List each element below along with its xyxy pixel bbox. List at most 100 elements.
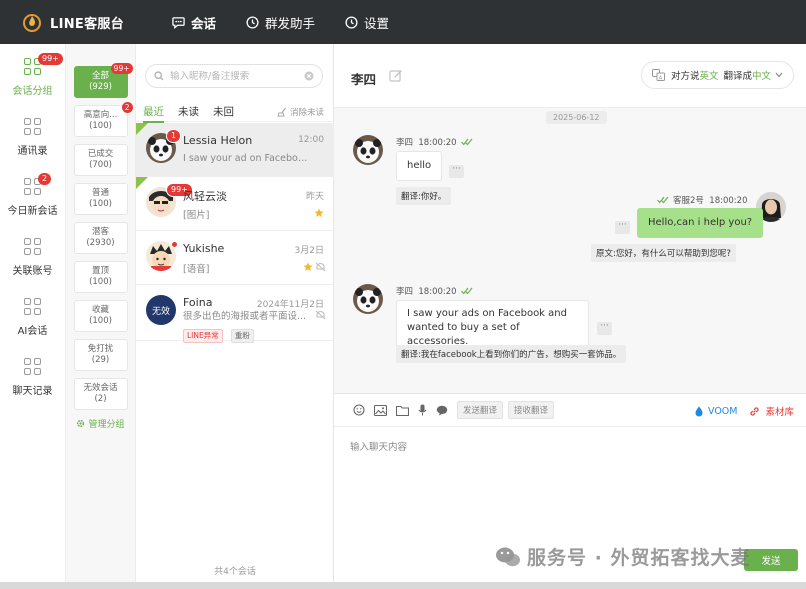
rail-linked-accounts[interactable]: 关联账号 [0,227,65,287]
tag-line-error: LINE异常 [183,329,223,343]
rail-label: 会话分组 [12,85,53,97]
message-sender-time: 李四 18:00:20 [396,138,457,148]
asset-library-button[interactable]: 素材库 [749,404,794,418]
group-closed[interactable]: 已成交 (700) [73,144,128,176]
group-name: 高意向... [83,110,118,120]
group-prospect[interactable]: 潜客 (2930) [73,222,128,254]
group-do-not-disturb[interactable]: 免打扰 (29) [73,339,128,371]
conversation-item[interactable]: 无效 Foina 2024年11月2日 很多出色的海报或者平面设... LINE… [136,285,334,343]
unread-badge: 1 [166,129,182,143]
voom-label: VOOM [708,405,738,417]
nav-settings[interactable]: 设置 [345,13,389,32]
message-more-button[interactable]: ··· [597,322,612,335]
receive-translation-button[interactable]: 接收翻译 [508,401,555,419]
link-icon [750,406,760,416]
quick-reply-button[interactable] [436,405,448,416]
bottom-strip [0,582,806,589]
emoji-button[interactable] [353,404,365,416]
panda-avatar-icon [353,135,383,165]
grid-icon [23,357,42,376]
message-translation: 翻译:你好。 [396,187,452,205]
avatar-text: 无效 [151,306,170,317]
compose-toolbar: 发送翻译 接收翻译 VOOM 素材库 [334,393,806,427]
group-name: 收藏 [91,305,109,315]
nav-broadcast-label: 群发助手 [265,15,316,31]
group-count: (2930) [86,238,115,248]
star-icon[interactable] [303,262,313,272]
tab-unread[interactable]: 未读 [178,102,199,122]
rail-today-new[interactable]: 今日新会话 2 [0,167,65,227]
left-rail: 会话分组 99+ 通讯录 今日新会话 2 关联账号 AI会话 聊天记录 [0,44,66,589]
tab-recent[interactable]: 最近 [143,102,164,123]
manage-groups-button[interactable]: 管理分组 [66,417,135,430]
conversation-list: 最近 未读 未回 消除未读 1 Lessia Helon 12:00 I saw… [136,44,334,589]
conversation-tabs: 最近 未读 未回 消除未读 [136,102,334,123]
message-meta: 李四 18:00:20 [396,285,473,297]
edit-icon[interactable] [389,69,403,83]
group-count: (100) [89,199,112,209]
message-sender-time: 客服2号 18:00:20 [673,196,748,206]
star-icon[interactable] [314,208,324,218]
group-high-intent[interactable]: 高意向... (100) 2 [73,102,133,137]
rail-chat-history[interactable]: 聊天记录 [0,347,65,407]
message-bubble[interactable]: hello [396,151,443,181]
conversation-time: 昨天 [305,192,324,202]
date-divider: 2025-06-12 [546,111,607,124]
rail-label: 关联账号 [12,265,53,277]
group-invalid[interactable]: 无效会话 (2) [73,378,128,410]
group-name: 已成交 [87,149,114,159]
message-more-button[interactable]: ··· [449,165,464,178]
image-icon [374,404,387,416]
rail-session-groups[interactable]: 会话分组 99+ [0,47,65,107]
group-name: 全部 [91,71,109,81]
tab-unreplied[interactable]: 未回 [213,102,234,122]
wechat-icon [496,547,520,566]
pinned-corner-icon [136,123,148,135]
nav-chat-label: 会话 [191,15,217,31]
group-count: (29) [91,355,110,365]
conversation-name: 风轻云淡 [183,190,227,203]
rail-contacts[interactable]: 通讯录 [0,107,65,167]
app-title: LINE客服台 [50,16,124,32]
group-favorites[interactable]: 收藏 (100) [73,300,128,332]
tag-duplicate: 重粉 [230,329,254,343]
conversation-item[interactable]: Yukishe 3月2日 [语音] [136,231,334,285]
conversation-item[interactable]: 99+ 风轻云淡 昨天 [图片] [136,177,334,231]
file-button[interactable] [396,405,409,416]
conversation-preview: I saw your ad on Facebook.... [183,153,309,164]
conversation-icons [303,262,326,272]
message-input[interactable] [350,439,790,549]
watermark: 服务号 · 外贸拓客找大麦 [495,543,750,570]
grid-icon [23,117,42,136]
nav-settings-label: 设置 [364,15,390,31]
conversation-preview: [图片] [183,210,210,221]
group-name: 置顶 [91,266,109,276]
group-pinned[interactable]: 置顶 (100) [73,261,128,293]
voice-button[interactable] [418,404,427,416]
search-input[interactable] [170,70,304,82]
message-text-line: I saw your ads on Facebook and [407,308,567,319]
send-translation-button[interactable]: 发送翻译 [457,401,504,419]
nav-broadcast[interactable]: 群发助手 [246,13,315,32]
group-count: (929) [89,82,112,92]
clear-unread-button[interactable]: 消除未读 [277,106,324,118]
group-all[interactable]: 全部 (929) 99+ [73,63,133,98]
lang-target: 中文 [751,71,771,82]
image-button[interactable] [374,404,387,416]
message-more-button[interactable]: ··· [615,221,630,234]
conversation-name: Lessia Helon [183,134,253,147]
svg-text:A: A [659,75,663,81]
message-bubble[interactable]: Hello,can i help you? [637,208,764,238]
nav-chat[interactable]: 会话 [172,13,216,32]
send-button[interactable]: 发送 [744,549,798,571]
voom-button[interactable]: VOOM [695,406,737,417]
search-icon [154,71,164,81]
group-normal[interactable]: 普通 (100) [73,183,128,215]
group-badge: 99+ [110,63,133,74]
chat-bubble-icon [172,16,185,29]
top-nav: 会话 群发助手 设置 [172,13,419,32]
translation-language-selector[interactable]: A 对方说 英文 翻译成 中文 [640,61,794,89]
conversation-item[interactable]: 1 Lessia Helon 12:00 I saw your ad on Fa… [136,123,334,177]
rail-ai-chat[interactable]: AI会话 [0,287,65,347]
clear-search-icon[interactable] [304,71,314,81]
